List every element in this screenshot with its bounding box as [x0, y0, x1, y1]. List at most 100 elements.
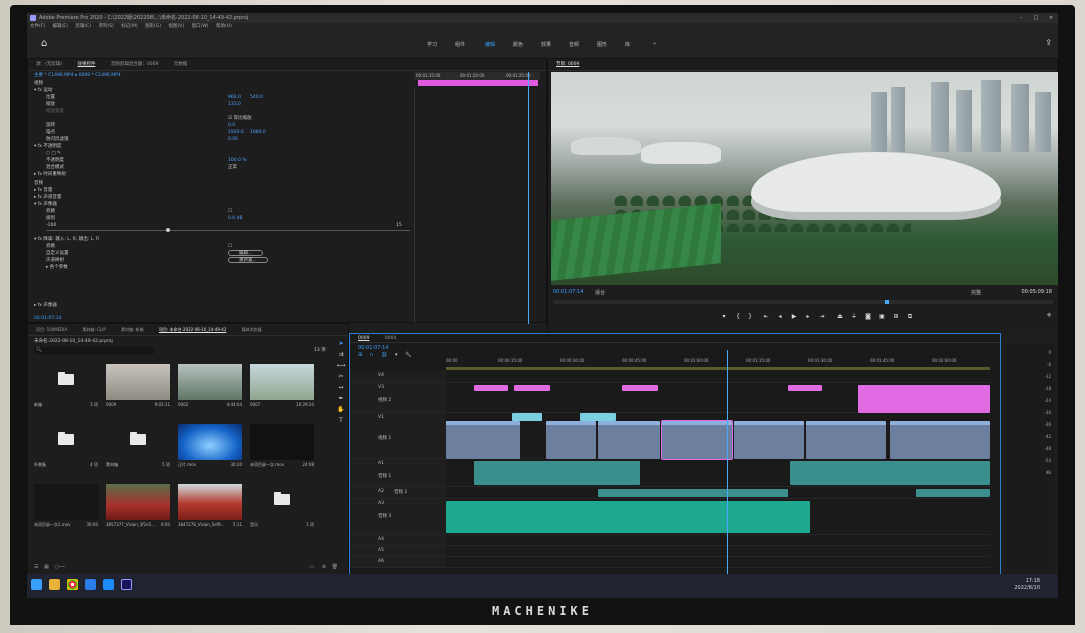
- safe-margins-icon[interactable]: ⊞: [893, 314, 899, 320]
- project-item[interactable]: 正片.mov 30:20: [178, 424, 242, 470]
- go-to-out-icon[interactable]: ⇥: [819, 314, 825, 320]
- video-clip[interactable]: [546, 421, 596, 459]
- extract-icon[interactable]: ⏚: [851, 314, 857, 320]
- step-forward-icon[interactable]: ▸: [805, 314, 811, 320]
- video-clip-selected[interactable]: [661, 420, 733, 460]
- app-icon[interactable]: [85, 579, 96, 590]
- param-position-x[interactable]: 960.0: [228, 94, 241, 101]
- maximize-icon[interactable]: □: [1029, 13, 1043, 23]
- close-icon[interactable]: ×: [1044, 13, 1058, 23]
- video-clip[interactable]: [446, 421, 520, 459]
- project-item[interactable]: 未项目录一次1.mov 30:00: [34, 484, 98, 530]
- mark-in-icon[interactable]: {: [735, 314, 741, 320]
- fx-motion[interactable]: ▾ fx 运动: [34, 87, 52, 94]
- graphic-clip[interactable]: [788, 385, 822, 391]
- menu-view[interactable]: 视图(V): [169, 24, 185, 29]
- tab-bin-new[interactable]: 素材箱: 新箱: [121, 327, 144, 332]
- menu-file[interactable]: 文件(F): [30, 24, 45, 29]
- audio-clip[interactable]: [916, 489, 990, 497]
- app-icon[interactable]: [103, 579, 114, 590]
- workspace-audio[interactable]: 音频: [569, 41, 579, 48]
- graphic-clip[interactable]: [858, 385, 990, 413]
- menu-window[interactable]: 窗口(W): [192, 24, 209, 29]
- param-anchor-y[interactable]: 1080.0: [250, 129, 266, 136]
- tab-audio-mixer[interactable]: 音频剪辑混合器：0009: [111, 62, 158, 67]
- list-view-icon[interactable]: ☰: [34, 564, 38, 570]
- timeline-ruler[interactable]: 00:00 00:00:15:00 00:00:30:00 00:00:45:0…: [446, 356, 990, 366]
- lift-icon[interactable]: ⏏: [837, 314, 843, 320]
- video-clip[interactable]: [734, 421, 804, 459]
- param-4[interactable]: ▸ 各个参数: [46, 264, 68, 271]
- project-item[interactable]: 新箱 3 项: [34, 364, 98, 410]
- audio-clip[interactable]: [474, 461, 640, 485]
- mark-out-icon[interactable]: }: [747, 314, 753, 320]
- workspace-libraries[interactable]: 库: [625, 41, 630, 48]
- tab-sequence-0009[interactable]: 0009: [358, 336, 369, 341]
- step-back-icon[interactable]: ◂: [777, 314, 783, 320]
- title-clip[interactable]: [580, 413, 616, 421]
- graphic-clip[interactable]: [514, 385, 550, 391]
- level-slider[interactable]: [46, 228, 410, 232]
- fx-time-remap[interactable]: ▸ fx 时间重映射: [34, 171, 66, 178]
- project-search-input[interactable]: 🔍︎: [34, 347, 154, 354]
- tab-sequence-0004[interactable]: 0004: [385, 336, 396, 341]
- param-antiflicker-value[interactable]: 0.00: [228, 136, 238, 143]
- minimize-icon[interactable]: –: [1014, 13, 1028, 23]
- video-clip[interactable]: [890, 421, 990, 459]
- quality-select[interactable]: 完整: [971, 289, 981, 296]
- play-icon[interactable]: ▶: [791, 314, 797, 320]
- project-item[interactable]: 外景备 4 项: [34, 424, 98, 470]
- pen-icon[interactable]: ✒: [335, 393, 347, 404]
- program-scrub-bar[interactable]: [553, 300, 1053, 304]
- menu-sequence[interactable]: 序列(S): [98, 24, 113, 29]
- fx-volume[interactable]: ▸ fx 音量: [34, 187, 52, 194]
- project-item[interactable]: 未项目录一次.mov 24:08: [250, 424, 314, 470]
- snap-icon[interactable]: ∩: [370, 352, 374, 358]
- workspace-effects[interactable]: 效果: [541, 41, 551, 48]
- go-to-in-icon[interactable]: ⇤: [763, 314, 769, 320]
- fit-select[interactable]: 适合: [595, 289, 605, 296]
- tab-effect-controls[interactable]: 效果控件: [77, 62, 95, 67]
- uniform-scale-checkbox[interactable]: ☑ 等比缩放: [228, 115, 251, 122]
- mask-tools[interactable]: ○ □ ✎: [46, 150, 61, 157]
- audio-clip[interactable]: [598, 489, 788, 497]
- button-editor-icon[interactable]: +: [1046, 311, 1052, 319]
- menu-clip[interactable]: 剪辑(C): [75, 24, 91, 29]
- program-video-frame[interactable]: [551, 72, 1058, 285]
- tab-project-current[interactable]: 项目: 未命名-2022-08-10_14-49-42: [159, 327, 226, 332]
- zoom-slider[interactable]: ○──: [54, 564, 64, 570]
- param-position-y[interactable]: 540.0: [250, 94, 263, 101]
- param-opacity-value[interactable]: 100.0 %: [228, 157, 247, 164]
- razor-icon[interactable]: ✂: [335, 371, 347, 382]
- fx-opacity[interactable]: ▾ fx 不透明度: [34, 143, 61, 150]
- blend-mode-select[interactable]: 正常: [228, 164, 237, 171]
- video-clip[interactable]: [806, 421, 886, 459]
- selection-tool-icon[interactable]: ➤: [335, 338, 347, 349]
- file-explorer-icon[interactable]: [49, 579, 60, 590]
- graphic-clip[interactable]: [622, 385, 658, 391]
- menu-graphics[interactable]: 图形(G): [145, 24, 161, 29]
- system-tray[interactable]: 17:18 2022/8/10: [1014, 578, 1040, 592]
- project-item[interactable]: 3847278_Vision_5ef9... 5:11: [178, 484, 242, 530]
- param-rotation-value[interactable]: 0.0: [228, 122, 235, 129]
- tab-media-browser[interactable]: 媒体浏览器: [242, 327, 262, 332]
- tab-metadata[interactable]: 元数据: [174, 62, 188, 67]
- timeline-playhead[interactable]: [727, 350, 728, 590]
- param-1-checkbox[interactable]: ☐: [228, 243, 232, 250]
- reset-button[interactable]: 重新置...: [228, 257, 268, 263]
- music-clip[interactable]: [446, 501, 810, 533]
- ec-timecode[interactable]: 00:01:07:14: [34, 315, 61, 322]
- nest-icon[interactable]: ⊞: [358, 352, 362, 358]
- home-icon[interactable]: ⌂: [41, 38, 47, 49]
- comparison-icon[interactable]: ▣: [879, 314, 885, 320]
- fx-channel-volume[interactable]: ▸ fx 声道音量: [34, 194, 61, 201]
- trash-icon[interactable]: 🗑︎: [332, 564, 338, 570]
- param-anchor-x[interactable]: 1920.0: [228, 129, 244, 136]
- param-scale-value[interactable]: 133.0: [228, 101, 241, 108]
- slip-icon[interactable]: ↔: [335, 382, 347, 393]
- chrome-icon[interactable]: [67, 579, 78, 590]
- wrench-icon[interactable]: 🔧︎: [405, 352, 411, 358]
- tab-program[interactable]: 节目: 0009: [556, 62, 579, 67]
- project-item[interactable]: 音乐 1 项: [250, 484, 314, 530]
- bypass-checkbox[interactable]: ☐: [228, 208, 232, 215]
